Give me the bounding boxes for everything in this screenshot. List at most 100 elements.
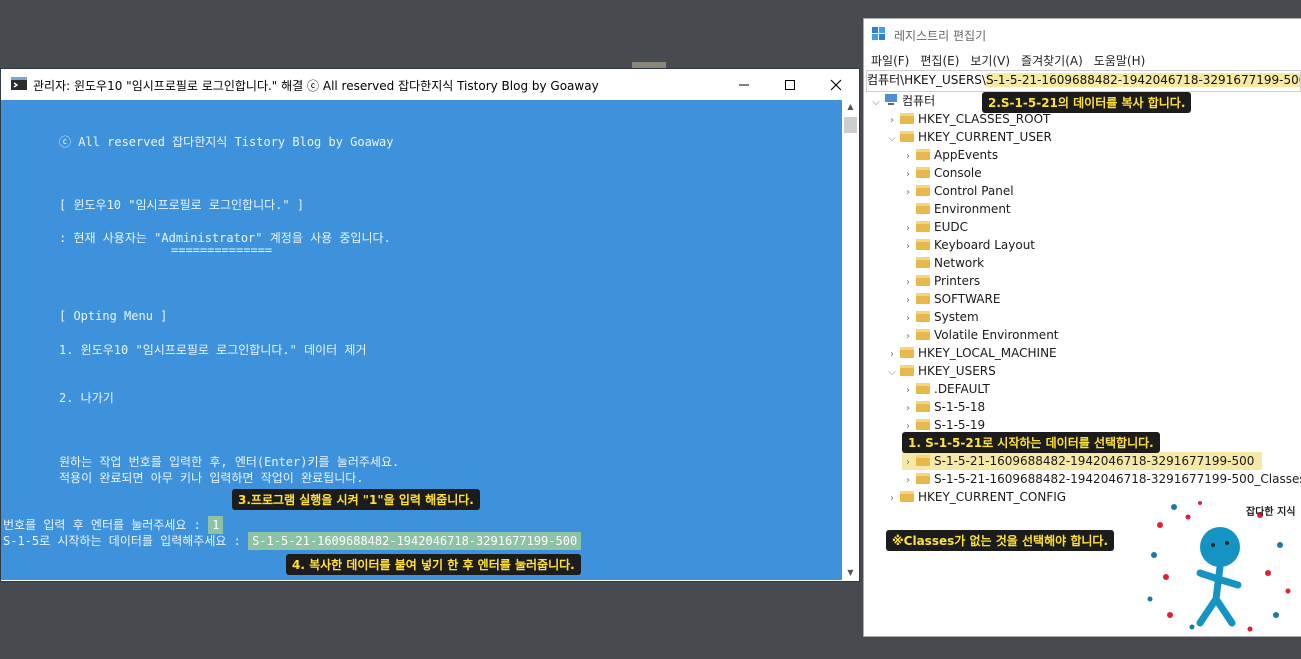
maximize-icon [785, 79, 795, 90]
folder-icon [916, 149, 930, 160]
tree-node-s-1-5-18[interactable]: › S-1-5-18 [902, 398, 985, 416]
tree-label: Keyboard Layout [934, 238, 1036, 252]
tree-node-volatile-environment[interactable]: › Volatile Environment [902, 326, 1059, 344]
tree-label: S-1-5-18 [934, 400, 986, 414]
scroll-thumb[interactable] [844, 117, 857, 133]
console-heading: [ 윈도우10 "임시프로필로 로그인합니다." ] [59, 198, 305, 212]
tree-node-keyboard-layout[interactable]: › Keyboard Layout [902, 236, 1035, 254]
tree-node-hkcu[interactable]: ⌵ HKEY_CURRENT_USER [886, 128, 1052, 146]
tree-node-appevents[interactable]: › AppEvents [902, 146, 998, 164]
prompt-2-input[interactable]: S-1-5-21-1609688482-1942046718-329167719… [248, 532, 582, 550]
chevron-down-icon[interactable]: ⌵ [886, 130, 898, 148]
tree-label: .DEFAULT [934, 382, 990, 396]
console-menu-title: [ Opting Menu ] [59, 309, 168, 323]
console-prompt-2: S-1-5로 시작하는 데이터를 입력해주세요 : S-1-5-21-16096… [3, 532, 582, 550]
close-icon [830, 79, 842, 90]
tree-node-software[interactable]: › SOFTWARE [902, 290, 1000, 308]
registry-app-icon [872, 27, 885, 40]
console-prompt-1: 번호를 입력 후 엔터를 눌러주세요 : 1 [3, 516, 224, 534]
console-title: 관리자: 윈도우10 "임시프로필로 로그인합니다." 해결 ⓒ All res… [33, 79, 599, 93]
tree-node-hklm[interactable]: › HKEY_LOCAL_MACHINE [886, 344, 1057, 362]
address-value: S-1-5-21-1609688482-1942046718-329167719… [985, 73, 1300, 87]
address-prefix: 컴퓨터\HKEY_USERS\ [867, 73, 986, 87]
blog-logo-text: 잡다한 지식 [1246, 507, 1296, 518]
registry-menu-bar: 파일(F) 편집(E) 보기(V) 즐겨찾기(A) 도움말(H) [864, 49, 1301, 69]
tree-label: Console [934, 166, 982, 180]
registry-address-bar[interactable]: 컴퓨터\HKEY_USERS\S-1-5-21-1609688482-19420… [866, 70, 1301, 92]
folder-icon [916, 221, 930, 232]
registry-title: 레지스트리 편집기 [894, 29, 987, 43]
tree-label: Volatile Environment [934, 328, 1059, 342]
console-instruction-2: 적용이 완료되면 아무 키나 입력하면 작업이 완료됩니다. [59, 471, 364, 485]
registry-title-bar[interactable]: 레지스트리 편집기 [864, 19, 1301, 49]
annotation-step-4: 4. 복사한 데이터를 붙여 넣기 한 후 엔터를 눌러줍니다. [286, 554, 581, 575]
folder-icon [916, 167, 930, 178]
menu-file[interactable]: 파일(F) [864, 49, 909, 69]
chevron-down-icon[interactable]: ⌵ [870, 94, 882, 112]
close-button[interactable] [813, 69, 859, 100]
tree-label: Environment [934, 202, 1011, 216]
tree-node-eudc[interactable]: › EUDC [902, 218, 968, 236]
folder-icon [900, 491, 914, 502]
console-option-2: 2. 나가기 [59, 391, 114, 405]
tree-node-system[interactable]: › System [902, 308, 979, 326]
chevron-down-icon[interactable]: ⌵ [886, 364, 898, 382]
tree-label: HKEY_LOCAL_MACHINE [918, 346, 1057, 360]
computer-icon [885, 94, 897, 105]
folder-icon [916, 185, 930, 196]
prompt-1-label: 번호를 입력 후 엔터를 눌러주세요 : [3, 518, 209, 532]
tree-label: HKEY_CURRENT_CONFIG [918, 490, 1067, 504]
tree-node-computer[interactable]: ⌵ 컴퓨터 [870, 92, 935, 110]
tree-label: S-1-5-19 [934, 418, 986, 432]
folder-icon [916, 293, 930, 304]
tree-label: Network [934, 256, 985, 270]
minimize-icon [739, 84, 749, 85]
tree-node-hkcc[interactable]: › HKEY_CURRENT_CONFIG [886, 488, 1066, 506]
scroll-up-icon[interactable]: ▲ [842, 100, 859, 114]
tree-node-control-panel[interactable]: › Control Panel [902, 182, 1014, 200]
tree-label: Printers [934, 274, 981, 288]
tree-node-hku[interactable]: ⌵ HKEY_USERS [886, 362, 996, 380]
tree-label: S-1-5-21-1609688482-1942046718-329167719… [934, 472, 1301, 486]
annotation-note: ※Classes가 없는 것을 선택해야 합니다. [886, 530, 1115, 551]
tree-label: 컴퓨터 [902, 94, 936, 108]
annotation-step-1: 1. S-1-5-21로 시작하는 데이터를 선택합니다. [902, 432, 1160, 453]
tree-label: EUDC [934, 220, 968, 234]
folder-icon [916, 203, 930, 214]
menu-favorites[interactable]: 즐겨찾기(A) [1014, 49, 1083, 69]
annotation-step-2: 2.S-1-5-21의 데이터를 복사 합니다. [982, 92, 1192, 113]
admin-console-icon [11, 77, 27, 90]
tree-node-default[interactable]: › .DEFAULT [902, 380, 990, 398]
folder-icon [916, 473, 930, 484]
tree-node-console[interactable]: › Console [902, 164, 982, 182]
annotation-step-3: 3.프로그램 실행을 시켜 "1"을 입력 해줍니다. [232, 489, 480, 510]
prompt-2-label: S-1-5로 시작하는 데이터를 입력해주세요 : [3, 534, 249, 548]
folder-icon [916, 455, 930, 466]
menu-edit[interactable]: 편집(E) [913, 49, 959, 69]
tree-label: HKEY_CLASSES_ROOT [918, 112, 1051, 126]
tree-node-s-1-5-21-selected[interactable]: › S-1-5-21-1609688482-1942046718-32916771… [902, 452, 1263, 470]
menu-view[interactable]: 보기(V) [963, 49, 1010, 69]
tree-label: HKEY_USERS [918, 364, 996, 378]
tree-label: AppEvents [934, 148, 999, 162]
tree-node-environment[interactable]: Environment [902, 200, 1011, 218]
console-scrollbar[interactable]: ▲ ▼ [842, 100, 859, 580]
maximize-button[interactable] [767, 69, 813, 100]
folder-icon [916, 257, 930, 268]
scroll-down-icon[interactable]: ▼ [842, 566, 859, 580]
minimize-button[interactable] [721, 69, 767, 100]
folder-icon [916, 311, 930, 322]
tree-label: System [934, 310, 979, 324]
chevron-right-icon[interactable]: › [886, 490, 898, 508]
tree-node-s-1-5-21-classes[interactable]: › S-1-5-21-1609688482-1942046718-32916771… [902, 470, 1301, 488]
console-instruction-1: 원하는 작업 번호를 입력한 후, 엔터(Enter)키를 눌러주세요. [59, 455, 400, 469]
tree-node-network[interactable]: Network [902, 254, 984, 272]
folder-icon [916, 329, 930, 340]
folder-icon [916, 239, 930, 250]
console-title-bar[interactable]: 관리자: 윈도우10 "임시프로필로 로그인합니다." 해결 ⓒ All res… [1, 69, 859, 100]
tree-node-printers[interactable]: › Printers [902, 272, 980, 290]
folder-icon [900, 113, 914, 124]
menu-help[interactable]: 도움말(H) [1087, 49, 1146, 69]
console-underline: ============== [171, 243, 273, 257]
folder-icon [916, 401, 930, 412]
